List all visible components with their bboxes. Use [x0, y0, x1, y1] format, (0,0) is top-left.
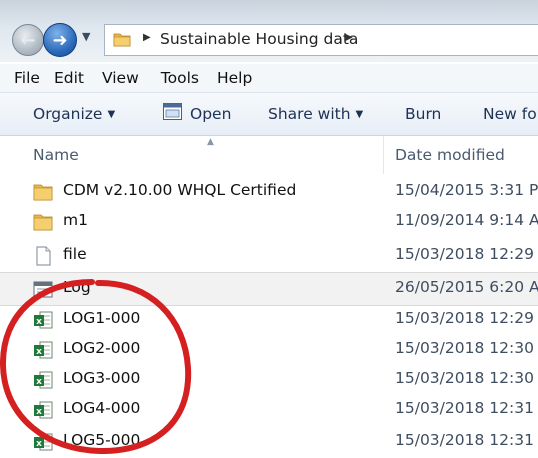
column-header: ▲ Name Date modified	[0, 136, 538, 174]
chevron-down-icon: ▼	[107, 109, 116, 120]
menu-help[interactable]: Help	[217, 69, 252, 87]
file-date-modified: 15/03/2018 12:29 ...	[395, 245, 538, 263]
menu-tools[interactable]: Tools	[161, 69, 199, 87]
address-toolbar: ← ➜ ▼ ▶ Sustainable Housing data ▶	[0, 0, 538, 62]
breadcrumb-chevron-icon[interactable]: ▶	[143, 32, 151, 43]
file-row[interactable]: x LOG1-000 15/03/2018 12:29 ...	[0, 304, 538, 336]
file-name[interactable]: Log	[63, 278, 91, 296]
file-name[interactable]: file	[63, 245, 87, 263]
menu-bar: File Edit View Tools Help	[0, 64, 538, 93]
excel-file-icon: x	[33, 340, 53, 360]
command-bar: Organize ▼ Open Share with ▼ Burn New fo	[0, 93, 538, 136]
new-folder-label: New fo	[483, 105, 537, 123]
svg-text:x: x	[36, 407, 42, 417]
menu-view[interactable]: View	[102, 69, 139, 87]
file-name[interactable]: LOG2-000	[63, 339, 140, 357]
forward-button[interactable]: ➜	[43, 23, 77, 57]
breadcrumb-item[interactable]: Sustainable Housing data	[160, 30, 358, 48]
file-row[interactable]: Log 26/05/2015 6:20 AM	[0, 272, 538, 306]
svg-text:x: x	[36, 439, 42, 449]
menu-edit[interactable]: Edit	[54, 69, 84, 87]
excel-file-icon: x	[33, 432, 53, 452]
excel-file-icon: x	[33, 370, 53, 390]
excel-file-icon: x	[33, 400, 53, 420]
burn-button[interactable]: Burn	[405, 105, 441, 123]
file-date-modified: 15/03/2018 12:29 ...	[395, 309, 538, 327]
back-button[interactable]: ←	[12, 24, 44, 56]
file-date-modified: 11/09/2014 9:14 AM	[395, 211, 538, 229]
burn-label: Burn	[405, 105, 442, 123]
address-bar[interactable]: ▶ Sustainable Housing data ▶	[104, 24, 538, 56]
file-name[interactable]: CDM v2.10.00 WHQL Certified	[63, 181, 296, 199]
new-folder-button[interactable]: New fo	[483, 105, 537, 123]
file-row[interactable]: x LOG2-000 15/03/2018 12:30 ...	[0, 334, 538, 366]
file-date-modified: 15/04/2015 3:31 PM	[395, 181, 538, 199]
recent-pages-dropdown-icon[interactable]: ▼	[82, 30, 90, 43]
open-icon	[163, 103, 182, 120]
file-date-modified: 15/03/2018 12:30 ...	[395, 369, 538, 387]
file-name[interactable]: m1	[63, 211, 88, 229]
file-name[interactable]: LOG3-000	[63, 369, 140, 387]
share-with-button[interactable]: Share with ▼	[268, 105, 363, 123]
file-name[interactable]: LOG5-000	[63, 431, 140, 449]
file-date-modified: 26/05/2015 6:20 AM	[395, 278, 538, 296]
column-date-modified[interactable]: Date modified	[395, 146, 505, 164]
sort-ascending-icon: ▲	[207, 137, 214, 147]
breadcrumb-chevron-icon[interactable]: ▶	[345, 32, 353, 43]
file-row[interactable]: x LOG3-000 15/03/2018 12:30 ...	[0, 364, 538, 396]
svg-text:x: x	[36, 377, 42, 387]
svg-text:x: x	[36, 317, 42, 327]
svg-text:x: x	[36, 347, 42, 357]
file-name[interactable]: LOG1-000	[63, 309, 140, 327]
share-with-label: Share with	[268, 105, 351, 123]
folder-icon	[113, 33, 131, 47]
column-name[interactable]: Name	[33, 146, 79, 164]
folder-icon	[33, 212, 53, 232]
file-name[interactable]: LOG4-000	[63, 399, 140, 417]
file-row[interactable]: x LOG5-000 15/03/2018 12:31 ...	[0, 426, 538, 458]
file-date-modified: 15/03/2018 12:30 ...	[395, 339, 538, 357]
column-divider[interactable]	[383, 136, 384, 174]
file-row[interactable]: x LOG4-000 15/03/2018 12:31 ...	[0, 394, 538, 426]
document-icon	[33, 246, 53, 266]
menu-file[interactable]: File	[14, 69, 40, 87]
open-label: Open	[190, 105, 232, 123]
file-row[interactable]: m1 11/09/2014 9:14 AM	[0, 206, 538, 238]
text-file-icon	[33, 279, 53, 299]
organize-button[interactable]: Organize ▼	[33, 105, 115, 123]
open-button[interactable]: Open	[190, 105, 231, 123]
file-date-modified: 15/03/2018 12:31 ...	[395, 431, 538, 449]
folder-icon	[33, 182, 53, 202]
file-date-modified: 15/03/2018 12:31 ...	[395, 399, 538, 417]
organize-label: Organize	[33, 105, 103, 123]
file-row[interactable]: CDM v2.10.00 WHQL Certified 15/04/2015 3:…	[0, 176, 538, 208]
chevron-down-icon: ▼	[355, 109, 364, 120]
excel-file-icon: x	[33, 310, 53, 330]
file-row[interactable]: file 15/03/2018 12:29 ...	[0, 240, 538, 272]
